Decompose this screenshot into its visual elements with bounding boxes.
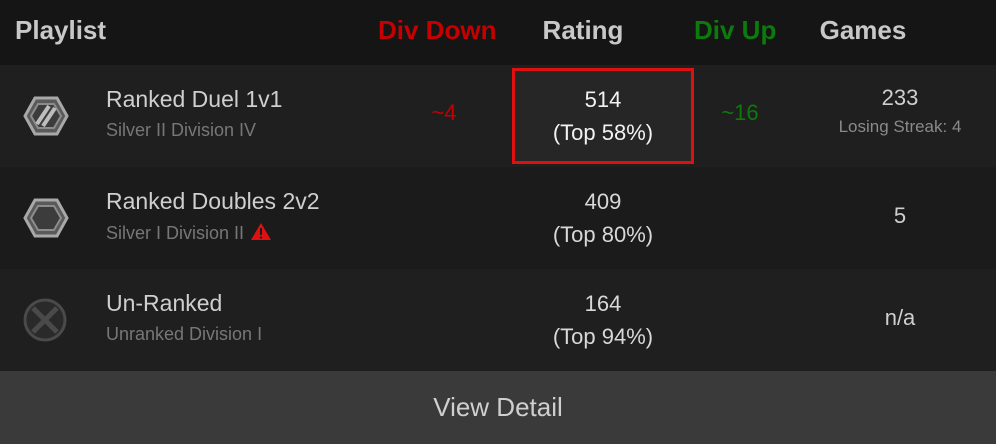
- rating-cell-highlighted: 514 (Top 58%): [512, 68, 694, 164]
- header-playlist: Playlist: [15, 15, 107, 45]
- playlist-name: Ranked Duel 1v1: [106, 86, 283, 112]
- playlist-row-unranked[interactable]: Un-Ranked Unranked Division I 164 (Top 9…: [0, 269, 996, 371]
- header-div-down: Div Down: [378, 15, 497, 45]
- playlist-division: Unranked Division I: [106, 324, 263, 344]
- view-detail-button[interactable]: View Detail: [0, 371, 996, 444]
- games-count: n/a: [884, 305, 916, 330]
- games-count: 233: [881, 85, 919, 110]
- playlist-row-ranked-duel[interactable]: Ranked Duel 1v1 Silver II Division IV ~4…: [0, 65, 996, 167]
- div-down-value: ~4: [431, 100, 457, 125]
- rating-value: 514: [584, 87, 622, 112]
- losing-streak: Losing Streak: 4: [838, 117, 962, 136]
- unranked-icon: [23, 298, 67, 342]
- games-count: 5: [893, 203, 907, 228]
- rating-top-percent: (Top 58%): [552, 120, 654, 145]
- header-div-up: Div Up: [694, 15, 777, 45]
- playlist-division: Silver II Division IV: [106, 120, 257, 140]
- rating-cell: 409 (Top 80%): [512, 170, 694, 266]
- rating-top-percent: (Top 80%): [552, 222, 654, 247]
- games-cell: 5: [800, 203, 996, 229]
- rating-value: 409: [584, 189, 622, 214]
- rating-top-percent: (Top 94%): [552, 324, 654, 349]
- division-label: Silver I Division II: [106, 223, 245, 243]
- header-games: Games: [819, 15, 907, 45]
- games-cell: 233 Losing Streak: 4: [800, 85, 996, 137]
- silver-rank-icon: [23, 96, 69, 136]
- playlist-division: Silver I Division II: [106, 222, 272, 244]
- playlist-row-ranked-doubles[interactable]: Ranked Doubles 2v2 Silver I Division II …: [0, 167, 996, 269]
- playlist-name: Un-Ranked: [106, 290, 223, 316]
- div-up-value: ~16: [721, 100, 759, 125]
- header-rating: Rating: [542, 15, 624, 45]
- playlist-name: Ranked Doubles 2v2: [106, 188, 320, 214]
- table-header: Playlist Div Down Rating Div Up Games: [0, 0, 996, 65]
- warning-icon[interactable]: [250, 222, 272, 241]
- rating-cell: 164 (Top 94%): [512, 272, 694, 368]
- games-cell: n/a: [800, 305, 996, 331]
- silver-rank-icon: [23, 198, 69, 238]
- rating-value: 164: [584, 291, 622, 316]
